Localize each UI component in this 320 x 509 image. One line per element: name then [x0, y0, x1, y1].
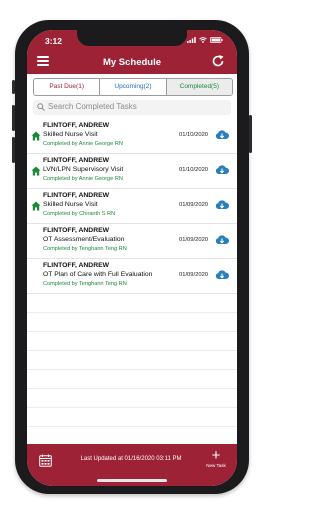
- empty-row: [27, 389, 237, 408]
- signal-icon: [187, 37, 196, 43]
- task-date: 01/09/2020: [179, 272, 209, 278]
- cloud-download-icon[interactable]: [215, 164, 229, 176]
- new-task-label: New Task: [206, 463, 226, 468]
- search-placeholder: Search Completed Tasks: [48, 102, 137, 111]
- task-row[interactable]: FLINTOFF, ANDREW Skilled Nurse Visit Com…: [27, 189, 237, 224]
- completed-by: Completed by Tenghann Teng RN: [43, 281, 127, 287]
- calendar-icon[interactable]: [39, 454, 52, 467]
- task-row[interactable]: FLINTOFF, ANDREW OT Assessment/Evaluatio…: [27, 224, 237, 259]
- home-icon: [31, 131, 41, 141]
- cloud-download-icon[interactable]: [215, 234, 229, 246]
- home-icon: [31, 166, 41, 176]
- home-icon: [31, 201, 41, 211]
- empty-row: [27, 313, 237, 332]
- volume-down-button: [12, 137, 15, 163]
- home-indicator: [97, 479, 167, 482]
- completed-by: Completed by Annie George RN: [43, 141, 123, 147]
- task-list: FLINTOFF, ANDREW Skilled Nurse Visit Com…: [27, 119, 237, 427]
- patient-name: FLINTOFF, ANDREW: [43, 192, 110, 199]
- footer-bar: Last Updated at 01/16/2020 03:11 PM + Ne…: [27, 444, 237, 486]
- patient-name: FLINTOFF, ANDREW: [43, 157, 110, 164]
- visit-type: OT Plan of Care with Full Evaluation: [43, 271, 153, 278]
- patient-name: FLINTOFF, ANDREW: [43, 227, 110, 234]
- page-title: My Schedule: [102, 57, 162, 68]
- patient-name: FLINTOFF, ANDREW: [43, 262, 110, 269]
- notch: [77, 30, 187, 46]
- battery-icon: [210, 37, 223, 43]
- empty-row: [27, 408, 237, 427]
- app-screen: 3:12 My Schedule Past Due(1) Upcoming(2)…: [27, 30, 237, 486]
- status-icons: [187, 37, 223, 43]
- power-button: [249, 115, 252, 153]
- visit-type: Skilled Nurse Visit: [43, 201, 98, 208]
- plus-icon: +: [211, 447, 221, 464]
- completed-by: Completed by Chiranth S RN: [43, 211, 116, 217]
- header-bar: 3:12 My Schedule: [27, 30, 237, 74]
- task-date: 01/09/2020: [179, 237, 209, 243]
- visit-type: Skilled Nurse Visit: [43, 131, 98, 138]
- wifi-icon: [199, 37, 207, 43]
- schedule-tabs: Past Due(1) Upcoming(2) Completed(5): [33, 78, 233, 96]
- task-row[interactable]: FLINTOFF, ANDREW OT Plan of Care with Fu…: [27, 259, 237, 294]
- visit-type: OT Assessment/Evaluation: [43, 236, 125, 243]
- completed-by: Completed by Tenghann Teng RN: [43, 246, 127, 252]
- refresh-icon[interactable]: [211, 54, 225, 68]
- task-date: 01/10/2020: [179, 167, 209, 173]
- cloud-download-icon[interactable]: [215, 269, 229, 281]
- last-updated-text: Last Updated at 01/16/2020 03:11 PM: [80, 456, 182, 462]
- status-bar: 3:12: [27, 30, 237, 50]
- task-date: 01/09/2020: [179, 202, 209, 208]
- tab-completed[interactable]: Completed(5): [166, 79, 232, 95]
- tab-past-due[interactable]: Past Due(1): [34, 79, 101, 95]
- empty-row: [27, 294, 237, 313]
- task-row[interactable]: FLINTOFF, ANDREW Skilled Nurse Visit Com…: [27, 119, 237, 154]
- volume-up-button: [12, 105, 15, 131]
- mute-switch: [12, 80, 15, 94]
- completed-by: Completed by Annie George RN: [43, 176, 123, 182]
- search-icon: [37, 103, 45, 111]
- empty-row: [27, 351, 237, 370]
- visit-type: LVN/LPN Supervisory Visit: [43, 166, 124, 173]
- patient-name: FLINTOFF, ANDREW: [43, 122, 110, 129]
- cloud-download-icon[interactable]: [215, 199, 229, 211]
- task-row[interactable]: FLINTOFF, ANDREW LVN/LPN Supervisory Vis…: [27, 154, 237, 189]
- empty-row: [27, 332, 237, 351]
- search-input[interactable]: Search Completed Tasks: [33, 100, 231, 115]
- new-task-button[interactable]: + New Task: [205, 448, 227, 468]
- task-date: 01/10/2020: [179, 132, 209, 138]
- cloud-download-icon[interactable]: [215, 129, 229, 141]
- empty-row: [27, 370, 237, 389]
- status-time: 3:12: [45, 36, 63, 46]
- tab-upcoming[interactable]: Upcoming(2): [100, 79, 167, 95]
